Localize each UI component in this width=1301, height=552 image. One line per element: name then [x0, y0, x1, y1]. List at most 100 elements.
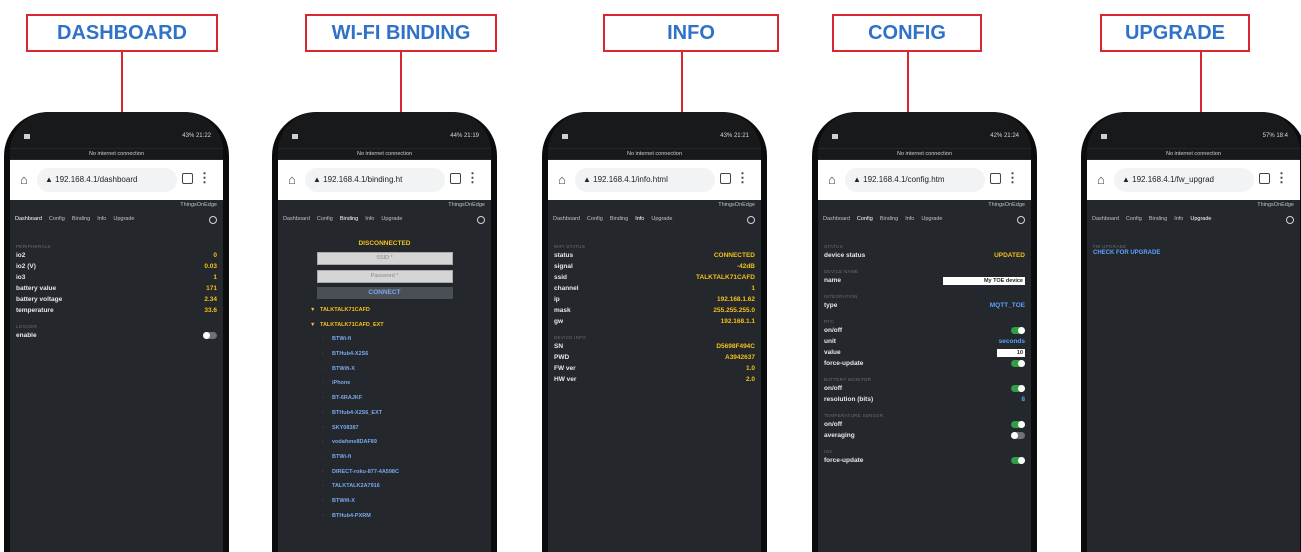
network-item[interactable]: · BTWi-fi [284, 332, 485, 347]
tabs-icon[interactable] [182, 173, 193, 184]
menu-icon[interactable]: ⋮ [736, 170, 749, 186]
home-icon[interactable]: ⌂ [828, 172, 836, 187]
network-item[interactable]: · vodafone8DAF89 [284, 435, 485, 450]
password-input[interactable]: Password * [316, 270, 453, 283]
tab-upgrade[interactable]: Upgrade [380, 215, 403, 223]
toggle-switch[interactable] [1011, 457, 1025, 464]
page-content: WIFI STATUS status CONNECTED signal -42dB ssi… [554, 236, 755, 552]
connect-button[interactable]: CONNECT [316, 287, 453, 299]
section-title: TEMPERATURE SENSOR [824, 413, 884, 418]
network-item[interactable]: · SKY08387 [284, 421, 485, 436]
menu-icon[interactable]: ⋮ [1275, 170, 1288, 186]
ssid-input[interactable]: SSID * [316, 252, 453, 265]
power-icon[interactable] [1017, 216, 1025, 224]
network-name: BT-6RAJKF [332, 395, 363, 402]
url-field[interactable]: ▲ 192.168.4.1/dashboard [37, 168, 177, 192]
text-input[interactable]: My TOE device [943, 276, 1025, 285]
menu-icon[interactable]: ⋮ [466, 170, 479, 186]
tab-config[interactable]: Config [856, 215, 874, 223]
tab-upgrade[interactable]: Upgrade [650, 215, 673, 223]
network-item[interactable]: · BTWifi-X [284, 362, 485, 377]
network-item[interactable]: ▼ TALKTALK71CAFD_EXT [284, 318, 485, 333]
power-icon[interactable] [477, 216, 485, 224]
network-item[interactable]: · BT-6RAJKF [284, 391, 485, 406]
tab-dashboard[interactable]: Dashboard [282, 215, 311, 223]
home-icon[interactable]: ⌂ [288, 172, 296, 187]
network-item[interactable]: · BTWi-fi [284, 450, 485, 465]
tab-info[interactable]: Info [634, 215, 645, 223]
toggle-switch[interactable] [1011, 360, 1025, 367]
tab-config[interactable]: Config [586, 215, 604, 223]
tabs-icon[interactable] [1259, 173, 1270, 184]
field-label: on/off [824, 327, 843, 334]
url-field[interactable]: ▲ 192.168.4.1/info.html [575, 168, 715, 192]
check-upgrade-link[interactable]: CHECK FOR UPGRADE [1093, 250, 1294, 256]
power-icon[interactable] [1286, 216, 1294, 224]
network-item[interactable]: · iPhone [284, 376, 485, 391]
tab-dashboard[interactable]: Dashboard [1091, 215, 1120, 223]
tab-upgrade[interactable]: Upgrade [112, 215, 135, 223]
tab-info[interactable]: Info [1173, 215, 1184, 223]
tab-binding[interactable]: Binding [71, 215, 91, 223]
no-internet-banner: No internet connection [548, 149, 761, 159]
network-item[interactable]: ▼ TALKTALK71CAFD [284, 303, 485, 318]
tab-info[interactable]: Info [96, 215, 107, 223]
field-label: unit [824, 338, 836, 345]
url-field[interactable]: ▲ 192.168.4.1/config.htm [845, 168, 985, 192]
tab-dashboard[interactable]: Dashboard [14, 215, 43, 223]
tab-config[interactable]: Config [48, 215, 66, 223]
network-item[interactable]: · TALKTALK2A7916 [284, 479, 485, 494]
field-select[interactable]: seconds [999, 336, 1025, 347]
network-item[interactable]: · BTHub4-X2S6_EXT [284, 406, 485, 421]
power-icon[interactable] [747, 216, 755, 224]
field-select[interactable]: 8 [1021, 394, 1025, 405]
tab-info[interactable]: Info [364, 215, 375, 223]
label-upgrade: UPGRADE [1100, 14, 1250, 52]
menu-icon[interactable]: ⋮ [1006, 170, 1019, 186]
section-title: DEVICE INFO [554, 335, 587, 340]
text-input[interactable]: 10 [997, 348, 1025, 357]
field-label: status [554, 252, 574, 259]
tab-binding[interactable]: Binding [1148, 215, 1168, 223]
tab-upgrade[interactable]: Upgrade [920, 215, 943, 223]
network-item[interactable]: · DIRECT-roku-877-4A598C [284, 465, 485, 480]
toggle-switch[interactable] [203, 332, 217, 339]
wifi-icon: · [322, 395, 324, 402]
tabs-icon[interactable] [720, 173, 731, 184]
url-text: 192.168.4.1/binding.ht [323, 175, 403, 184]
home-icon[interactable]: ⌂ [20, 172, 28, 187]
field-row: device status UPDATED [824, 250, 1025, 261]
network-item[interactable]: · BTHub4-PXRM [284, 509, 485, 524]
field-value: 2.34 [204, 296, 217, 303]
url-field[interactable]: ▲ 192.168.4.1/fw_upgrad [1114, 168, 1254, 192]
field-label: value [824, 349, 841, 356]
field-row: name My TOE device [824, 275, 1025, 286]
tab-binding[interactable]: Binding [339, 215, 359, 223]
tabs-icon[interactable] [990, 173, 1001, 184]
tab-binding[interactable]: Binding [609, 215, 629, 223]
toggle-switch[interactable] [1011, 385, 1025, 392]
tab-info[interactable]: Info [904, 215, 915, 223]
toggle-switch[interactable] [1011, 432, 1025, 439]
menu-icon[interactable]: ⋮ [198, 170, 211, 186]
tab-dashboard[interactable]: Dashboard [822, 215, 851, 223]
url-field[interactable]: ▲ 192.168.4.1/binding.ht [305, 168, 445, 192]
tabs-icon[interactable] [450, 173, 461, 184]
tab-config[interactable]: Config [1125, 215, 1143, 223]
toggle-switch[interactable] [1011, 421, 1025, 428]
toggle-switch[interactable] [1011, 327, 1025, 334]
field-select[interactable]: MQTT_TOE [990, 300, 1025, 311]
tab-config[interactable]: Config [316, 215, 334, 223]
tab-binding[interactable]: Binding [879, 215, 899, 223]
field-row: SN D5698F494C [554, 341, 755, 352]
network-item[interactable]: · BTHub4-X2S6 [284, 347, 485, 362]
home-icon[interactable]: ⌂ [558, 172, 566, 187]
tab-upgrade[interactable]: Upgrade [1189, 215, 1212, 223]
field-label: ssid [554, 274, 568, 281]
network-item[interactable]: · BTWifi-X [284, 494, 485, 509]
tab-dashboard[interactable]: Dashboard [552, 215, 581, 223]
field-label: temperature [16, 307, 54, 314]
home-icon[interactable]: ⌂ [1097, 172, 1105, 187]
phone-3: 43% 21:21 No internet connection ⌂ ▲ 192.16… [542, 112, 767, 552]
power-icon[interactable] [209, 216, 217, 224]
